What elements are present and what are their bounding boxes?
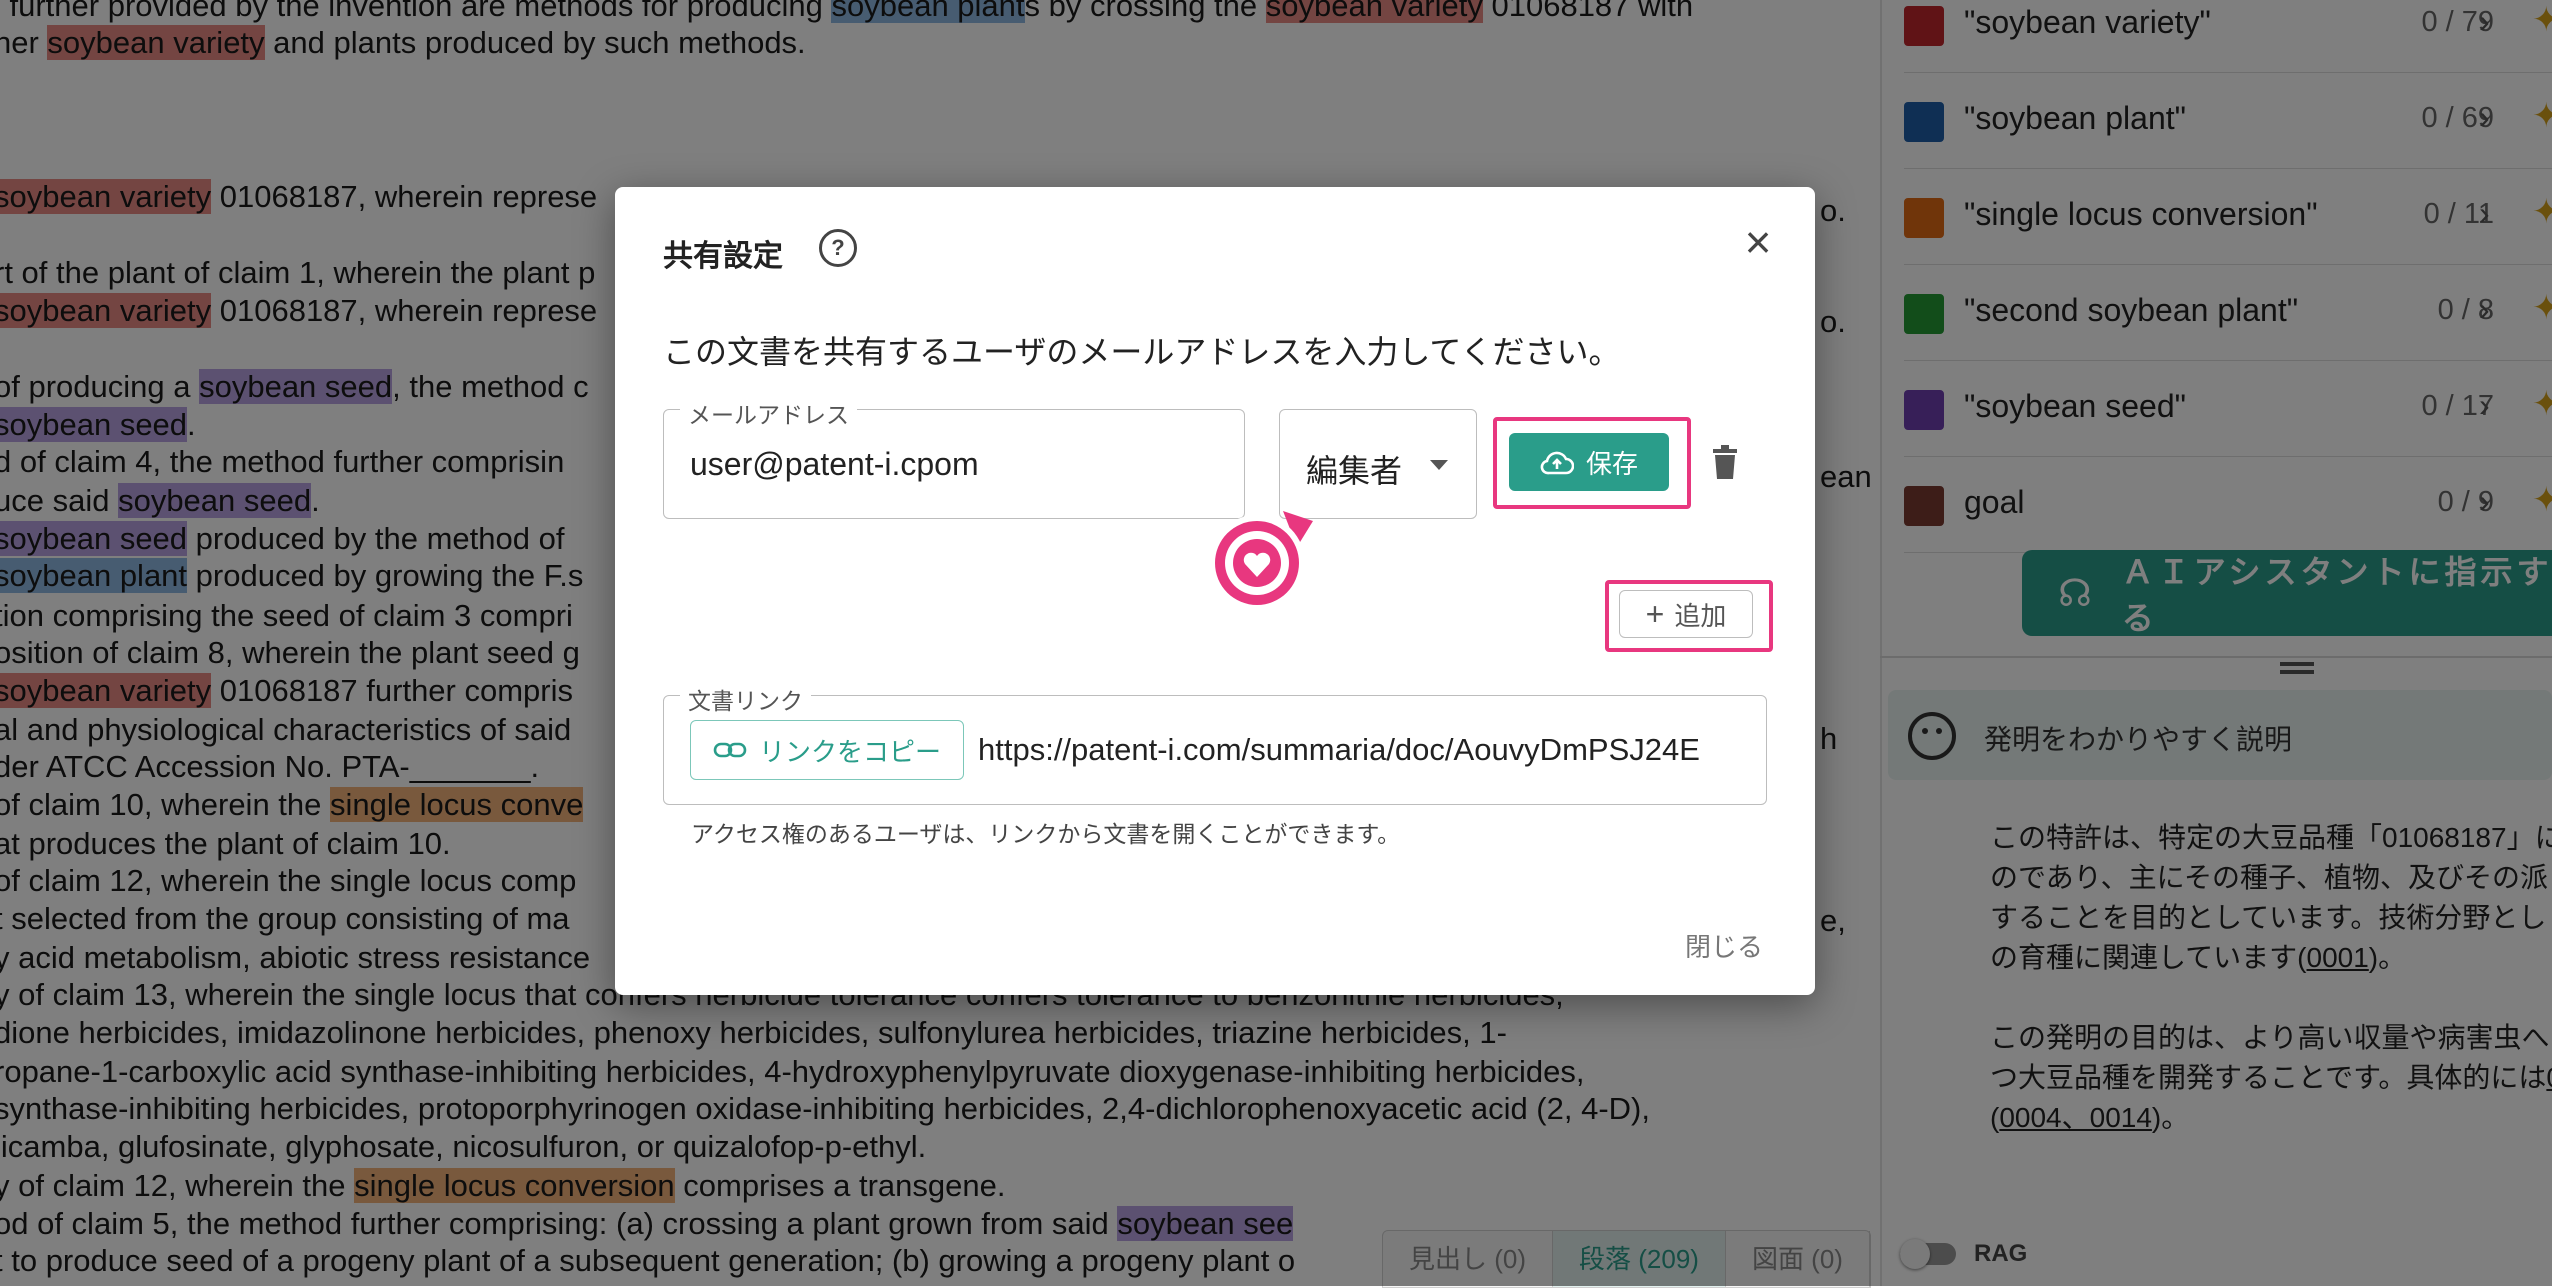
plus-icon: + xyxy=(1645,596,1665,632)
save-label: 保存 xyxy=(1585,448,1638,479)
link-field-label: 文書リンク xyxy=(680,682,811,716)
role-select[interactable]: 編集者 xyxy=(1279,409,1477,519)
copy-link-button[interactable]: リンクをコピー xyxy=(690,720,964,780)
close-button[interactable]: 閉じる xyxy=(1685,927,1763,964)
cloud-upload-icon xyxy=(1540,451,1574,475)
instruction-text: この文書を共有するユーザのメールアドレスを入力してください。 xyxy=(663,334,1621,370)
email-value[interactable]: user@patent-i.cpom xyxy=(690,446,979,483)
dropdown-arrow-icon xyxy=(1430,460,1448,470)
document-link-field: 文書リンク リンクをコピー https://patent-i.com/summa… xyxy=(663,682,1767,805)
close-icon[interactable]: × xyxy=(1735,219,1781,265)
link-icon xyxy=(713,742,747,758)
email-field-label: メールアドレス xyxy=(680,396,857,430)
trash-icon[interactable] xyxy=(1711,445,1739,479)
heart-badge-icon xyxy=(1209,511,1313,611)
save-button[interactable]: 保存 xyxy=(1509,433,1669,491)
add-label: 追加 xyxy=(1674,600,1727,631)
dialog-title: 共有設定 xyxy=(663,240,783,273)
role-value: 編集者 xyxy=(1306,453,1403,489)
document-link-value[interactable]: https://patent-i.com/summaria/doc/AouvyD… xyxy=(978,732,1740,768)
help-icon[interactable]: ? xyxy=(819,229,857,267)
add-user-button[interactable]: + 追加 xyxy=(1619,590,1753,638)
email-field[interactable]: メールアドレス user@patent-i.cpom xyxy=(663,396,1245,519)
link-note: アクセス権のあるユーザは、リンクから文書を開くことができます。 xyxy=(691,821,1401,847)
copy-link-label: リンクをコピー xyxy=(758,736,941,767)
